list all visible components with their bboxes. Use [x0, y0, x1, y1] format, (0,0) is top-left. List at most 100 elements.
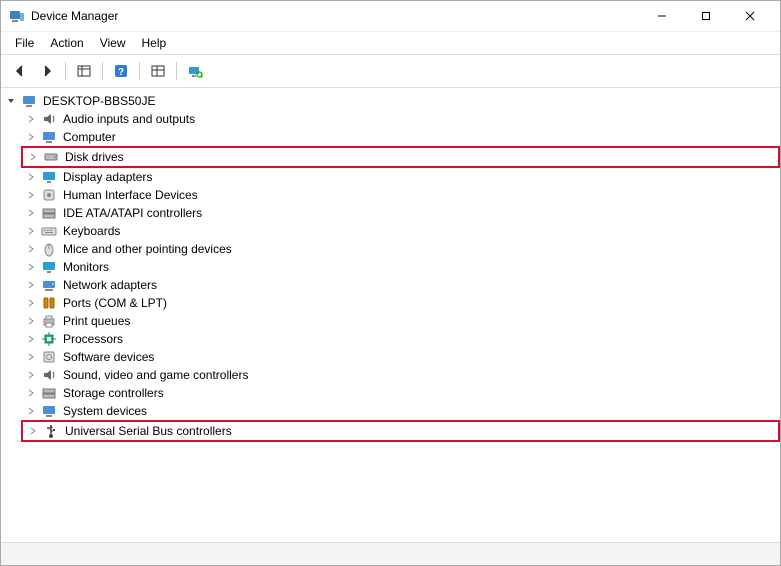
help-button[interactable]: ? [108, 59, 134, 83]
tree-category[interactable]: Network adapters [21, 276, 780, 294]
computer-icon [41, 129, 57, 145]
window-controls [640, 1, 772, 31]
network-icon [41, 277, 57, 293]
disk-icon [43, 149, 59, 165]
printer-icon [41, 313, 57, 329]
tree-category[interactable]: Keyboards [21, 222, 780, 240]
monitor-icon [41, 259, 57, 275]
back-button[interactable] [7, 59, 33, 83]
device-tree: DESKTOP-BBS50JE Audio inputs and outputs… [1, 92, 780, 442]
tree-category-label: Human Interface Devices [61, 188, 200, 202]
tree-category-label: System devices [61, 404, 149, 418]
tree-category[interactable]: Audio inputs and outputs [21, 110, 780, 128]
tree-category[interactable]: Ports (COM & LPT) [21, 294, 780, 312]
storage-icon [41, 205, 57, 221]
properties-button[interactable] [145, 59, 171, 83]
tree-category-label: Processors [61, 332, 125, 346]
close-button[interactable] [728, 1, 772, 31]
system-icon [41, 403, 57, 419]
scan-hardware-button[interactable] [182, 59, 208, 83]
tree-category-label: Network adapters [61, 278, 159, 292]
chevron-right-icon[interactable] [25, 369, 37, 381]
computer-icon [21, 93, 37, 109]
chevron-right-icon[interactable] [25, 131, 37, 143]
tree-category[interactable]: Sound, video and game controllers [21, 366, 780, 384]
tree-category-label: Storage controllers [61, 386, 166, 400]
port-icon [41, 295, 57, 311]
toolbar-separator [176, 62, 177, 80]
tree-category[interactable]: Software devices [21, 348, 780, 366]
tree-category-label: Sound, video and game controllers [61, 368, 250, 382]
tree-category-label: Ports (COM & LPT) [61, 296, 169, 310]
chevron-right-icon[interactable] [27, 425, 39, 437]
toolbar-separator [65, 62, 66, 80]
chevron-right-icon[interactable] [25, 113, 37, 125]
tree-category[interactable]: Computer [21, 128, 780, 146]
show-hide-tree-button[interactable] [71, 59, 97, 83]
svg-text:?: ? [118, 67, 124, 78]
tree-category[interactable]: Print queues [21, 312, 780, 330]
toolbar: ? [1, 55, 780, 88]
chevron-right-icon[interactable] [27, 151, 39, 163]
tree-category-label: Print queues [61, 314, 132, 328]
chevron-right-icon[interactable] [25, 315, 37, 327]
chevron-right-icon[interactable] [25, 171, 37, 183]
forward-button[interactable] [34, 59, 60, 83]
minimize-button[interactable] [640, 1, 684, 31]
tree-category[interactable]: Storage controllers [21, 384, 780, 402]
toolbar-separator [102, 62, 103, 80]
app-icon [9, 8, 25, 24]
tree-root[interactable]: DESKTOP-BBS50JE [1, 92, 780, 110]
tree-category-label: Disk drives [63, 150, 126, 164]
chevron-right-icon[interactable] [25, 225, 37, 237]
tree-category[interactable]: Human Interface Devices [21, 186, 780, 204]
tree-category[interactable]: Disk drives [21, 146, 780, 168]
menu-file[interactable]: File [7, 34, 42, 52]
tree-category[interactable]: Processors [21, 330, 780, 348]
tree-category-label: Keyboards [61, 224, 122, 238]
tree-category[interactable]: System devices [21, 402, 780, 420]
chevron-right-icon[interactable] [25, 207, 37, 219]
menu-view[interactable]: View [92, 34, 134, 52]
tree-category[interactable]: Monitors [21, 258, 780, 276]
display-icon [41, 169, 57, 185]
tree-category-label: Display adapters [61, 170, 154, 184]
software-icon [41, 349, 57, 365]
tree-root-label: DESKTOP-BBS50JE [41, 94, 158, 108]
device-manager-window: Device Manager File Action View Help [0, 0, 781, 566]
menu-help[interactable]: Help [134, 34, 175, 52]
menu-action[interactable]: Action [42, 34, 91, 52]
chevron-right-icon[interactable] [25, 261, 37, 273]
tree-category[interactable]: IDE ATA/ATAPI controllers [21, 204, 780, 222]
tree-category-label: Monitors [61, 260, 111, 274]
tree-category-label: IDE ATA/ATAPI controllers [61, 206, 204, 220]
status-bar [1, 542, 780, 565]
chevron-down-icon[interactable] [5, 95, 17, 107]
usb-icon [43, 423, 59, 439]
device-tree-panel[interactable]: DESKTOP-BBS50JE Audio inputs and outputs… [1, 88, 780, 542]
keyboard-icon [41, 223, 57, 239]
tree-category-label: Computer [61, 130, 118, 144]
toolbar-separator [139, 62, 140, 80]
tree-category[interactable]: Universal Serial Bus controllers [21, 420, 780, 442]
tree-category-label: Software devices [61, 350, 156, 364]
chevron-right-icon[interactable] [25, 189, 37, 201]
chevron-right-icon[interactable] [25, 297, 37, 309]
hid-icon [41, 187, 57, 203]
window-title: Device Manager [31, 9, 118, 23]
maximize-button[interactable] [684, 1, 728, 31]
sound-icon [41, 367, 57, 383]
chevron-right-icon[interactable] [25, 333, 37, 345]
chevron-right-icon[interactable] [25, 387, 37, 399]
chevron-right-icon[interactable] [25, 405, 37, 417]
mouse-icon [41, 241, 57, 257]
chevron-right-icon[interactable] [25, 243, 37, 255]
chevron-right-icon[interactable] [25, 351, 37, 363]
tree-category[interactable]: Display adapters [21, 168, 780, 186]
tree-category-label: Mice and other pointing devices [61, 242, 234, 256]
chevron-right-icon[interactable] [25, 279, 37, 291]
title-bar: Device Manager [1, 1, 780, 32]
cpu-icon [41, 331, 57, 347]
menu-bar: File Action View Help [1, 32, 780, 55]
tree-category[interactable]: Mice and other pointing devices [21, 240, 780, 258]
